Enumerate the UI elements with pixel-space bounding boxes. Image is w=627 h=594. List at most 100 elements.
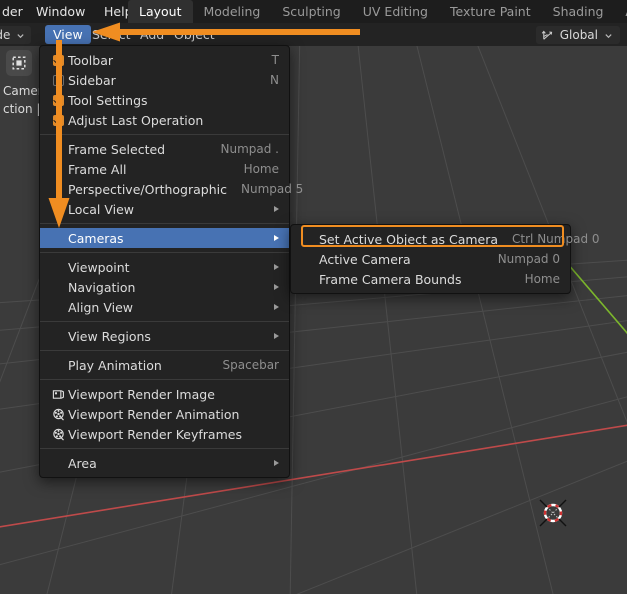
menu-separator bbox=[40, 134, 289, 135]
annotation-highlight-box bbox=[301, 225, 564, 247]
menu-item-frame-all[interactable]: Frame All Home bbox=[40, 159, 289, 179]
checkbox-checked-icon[interactable] bbox=[48, 95, 68, 106]
viewport-header: ode View Select Add Object bbox=[0, 23, 627, 46]
view-dropdown-menu[interactable]: Toolbar T Sidebar N Tool Settings Adjust… bbox=[39, 45, 290, 478]
3d-cursor-icon bbox=[538, 498, 568, 528]
menu-item-label: View Regions bbox=[68, 329, 266, 344]
menu-item-frame-selected[interactable]: Frame Selected Numpad . bbox=[40, 139, 289, 159]
workspace-tab-label: Texture Paint bbox=[450, 4, 531, 19]
menu-item-cameras[interactable]: Cameras bbox=[40, 228, 289, 248]
menu-item-label: Frame All bbox=[68, 162, 230, 177]
render-keyframes-icon bbox=[48, 428, 68, 441]
menu-item-navigation[interactable]: Navigation bbox=[40, 277, 289, 297]
menu-separator bbox=[40, 321, 289, 322]
topbar-menu-render[interactable]: der bbox=[0, 0, 31, 23]
viewport-menu-label: Add bbox=[140, 27, 164, 42]
menu-item-tool-settings[interactable]: Tool Settings bbox=[40, 90, 289, 110]
workspace-tab-shading[interactable]: Shading bbox=[542, 0, 615, 23]
workspace-tab-uv-editing[interactable]: UV Editing bbox=[352, 0, 439, 23]
submenu-arrow-icon bbox=[274, 460, 279, 466]
topbar-menu-window[interactable]: Window bbox=[28, 0, 93, 23]
workspace-tab-sculpting[interactable]: Sculpting bbox=[271, 0, 351, 23]
menu-item-label: Tool Settings bbox=[68, 93, 265, 108]
menu-item-label: Adjust Last Operation bbox=[68, 113, 265, 128]
mode-label: ode bbox=[0, 28, 10, 42]
menu-item-sidebar[interactable]: Sidebar N bbox=[40, 70, 289, 90]
menu-item-label: Perspective/Orthographic bbox=[68, 182, 227, 197]
chevron-down-icon bbox=[16, 31, 25, 40]
transform-orientation-label: Global bbox=[560, 28, 598, 42]
menu-item-label: Viewpoint bbox=[68, 260, 266, 275]
render-animation-icon bbox=[48, 408, 68, 421]
menu-item-viewport-render-animation[interactable]: Viewport Render Animation bbox=[40, 404, 289, 424]
menu-item-shortcut: Home bbox=[230, 162, 279, 176]
menu-item-toolbar[interactable]: Toolbar T bbox=[40, 50, 289, 70]
active-tool-button[interactable] bbox=[6, 50, 32, 76]
menu-separator bbox=[40, 252, 289, 253]
blender-window: der Window Help Layout Modeling Sculptin… bbox=[0, 0, 627, 594]
menu-item-label: Toolbar bbox=[68, 53, 258, 68]
submenu-arrow-icon bbox=[274, 264, 279, 270]
menu-item-viewport-render-keyframes[interactable]: Viewport Render Keyframes bbox=[40, 424, 289, 444]
chevron-down-icon bbox=[604, 31, 613, 40]
menu-item-play-animation[interactable]: Play Animation Spacebar bbox=[40, 355, 289, 375]
render-image-icon bbox=[48, 388, 68, 401]
menu-item-label: Frame Camera Bounds bbox=[319, 272, 511, 287]
submenu-arrow-icon bbox=[274, 304, 279, 310]
menu-item-adjust-last-operation[interactable]: Adjust Last Operation bbox=[40, 110, 289, 130]
topbar-menu-label: Window bbox=[36, 4, 85, 19]
menu-item-label: Frame Selected bbox=[68, 142, 207, 157]
menu-item-label: Viewport Render Keyframes bbox=[68, 427, 279, 442]
viewport-menu-object[interactable]: Object bbox=[166, 25, 223, 44]
submenu-arrow-icon bbox=[274, 284, 279, 290]
menu-item-label: Navigation bbox=[68, 280, 266, 295]
menu-item-align-view[interactable]: Align View bbox=[40, 297, 289, 317]
menu-item-active-camera[interactable]: Active Camera Numpad 0 bbox=[291, 249, 570, 269]
menu-item-local-view[interactable]: Local View bbox=[40, 199, 289, 219]
mode-dropdown[interactable]: ode bbox=[0, 26, 31, 44]
checkbox-checked-icon[interactable] bbox=[48, 115, 68, 126]
workspace-tab-label: Shading bbox=[553, 4, 604, 19]
menu-item-label: Viewport Render Image bbox=[68, 387, 279, 402]
transform-orientation-icon bbox=[541, 29, 554, 42]
menu-item-label: Area bbox=[68, 456, 266, 471]
workspace-tab-label: Modeling bbox=[204, 4, 261, 19]
checkbox-checked-icon[interactable] bbox=[48, 55, 68, 66]
topbar-menu-label: der bbox=[2, 4, 23, 19]
submenu-arrow-icon bbox=[274, 333, 279, 339]
workspace-tab-label: Layout bbox=[139, 4, 182, 19]
viewport-menu-label: Object bbox=[174, 27, 215, 42]
menu-item-shortcut: Numpad . bbox=[207, 142, 280, 156]
workspace-tab-label: Sculpting bbox=[282, 4, 340, 19]
menu-item-shortcut: Spacebar bbox=[209, 358, 279, 372]
menu-item-label: Cameras bbox=[68, 231, 266, 246]
menu-item-perspective-orthographic[interactable]: Perspective/Orthographic Numpad 5 bbox=[40, 179, 289, 199]
workspace-tab-modeling[interactable]: Modeling bbox=[193, 0, 272, 23]
menu-item-shortcut: Home bbox=[511, 272, 560, 286]
select-box-icon bbox=[11, 55, 27, 71]
checkbox-unchecked-icon[interactable] bbox=[48, 75, 68, 86]
submenu-arrow-icon bbox=[274, 206, 279, 212]
workspace-tab-animation[interactable]: Animation bbox=[614, 0, 627, 23]
menu-item-label: Viewport Render Animation bbox=[68, 407, 279, 422]
menu-item-viewpoint[interactable]: Viewpoint bbox=[40, 257, 289, 277]
menu-item-label: Align View bbox=[68, 300, 266, 315]
workspace-tab-layout[interactable]: Layout bbox=[128, 0, 193, 23]
menu-item-viewport-render-image[interactable]: Viewport Render Image bbox=[40, 384, 289, 404]
menu-separator bbox=[40, 350, 289, 351]
viewport-menu-label: View bbox=[53, 27, 83, 42]
transform-orientation-dropdown[interactable]: Global bbox=[536, 26, 620, 44]
menu-item-shortcut: Numpad 0 bbox=[484, 252, 560, 266]
menu-item-area[interactable]: Area bbox=[40, 453, 289, 473]
menu-item-shortcut: T bbox=[258, 53, 279, 67]
menu-item-label: Active Camera bbox=[319, 252, 484, 267]
viewport-menu-select[interactable]: Select bbox=[84, 25, 139, 44]
menu-item-view-regions[interactable]: View Regions bbox=[40, 326, 289, 346]
workspace-tab-texture-paint[interactable]: Texture Paint bbox=[439, 0, 542, 23]
viewport-menu-label: Select bbox=[92, 27, 131, 42]
menu-separator bbox=[40, 448, 289, 449]
menu-item-frame-camera-bounds[interactable]: Frame Camera Bounds Home bbox=[291, 269, 570, 289]
menu-item-shortcut: Numpad 5 bbox=[227, 182, 303, 196]
menu-item-label: Play Animation bbox=[68, 358, 209, 373]
menu-item-label: Local View bbox=[68, 202, 266, 217]
